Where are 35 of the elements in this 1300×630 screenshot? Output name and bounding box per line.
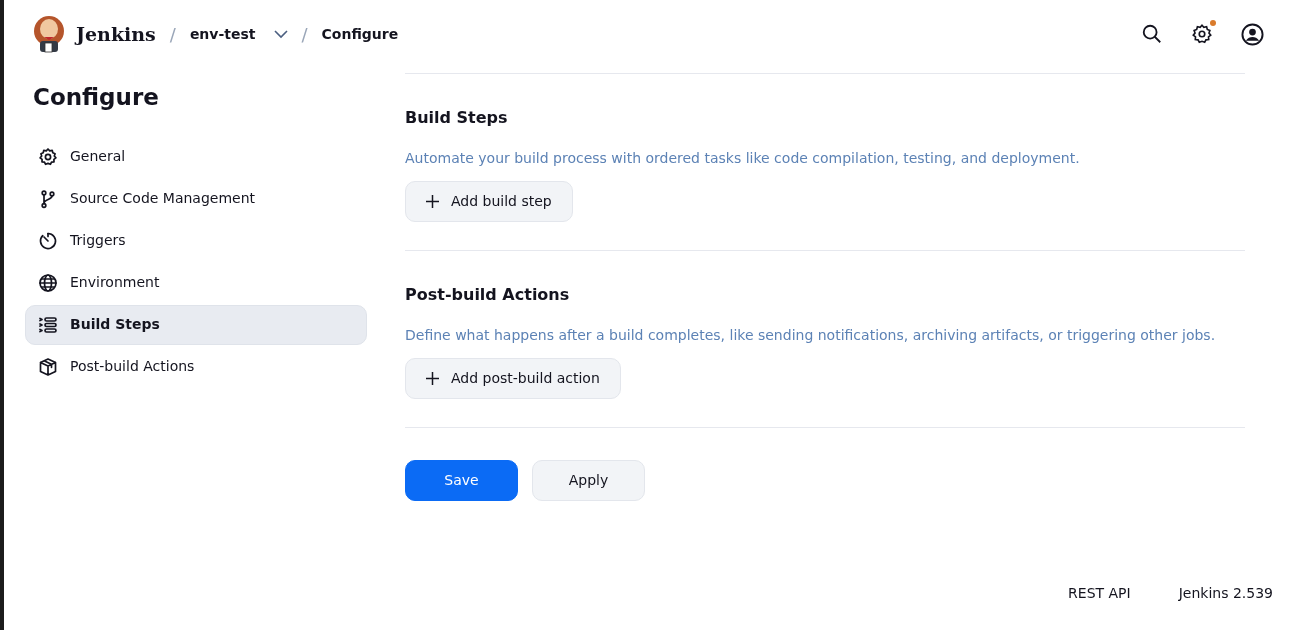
sidebar-item[interactable]: Post-build Actions	[25, 346, 367, 387]
gear-icon	[38, 146, 58, 167]
add-button[interactable]: Add post-build action	[405, 358, 621, 399]
sidebar-item[interactable]: Triggers	[25, 220, 367, 261]
breadcrumb-separator: /	[169, 22, 176, 47]
section-description: Define what happens after a build completes, like sending notifications, archiving artifacts, or triggering other jobs.	[405, 326, 1217, 345]
jenkins-logo-icon[interactable]	[32, 15, 66, 53]
breadcrumb-separator: /	[301, 22, 308, 47]
plus-icon	[426, 372, 439, 385]
footer-link[interactable]: Jenkins 2.539	[1178, 583, 1273, 604]
plus-icon	[426, 195, 439, 208]
branch-icon	[38, 188, 58, 209]
chevron-down-icon[interactable]	[273, 29, 288, 39]
footer-link[interactable]: REST API	[1068, 583, 1131, 604]
sidebar-item[interactable]: Environment	[25, 262, 367, 303]
breadcrumb-link[interactable]: env-test	[189, 23, 256, 45]
section-title: Post-build Actions	[405, 284, 571, 306]
list-icon	[38, 314, 58, 335]
settings-icon[interactable]	[1190, 22, 1214, 46]
section-title: Build Steps	[405, 107, 509, 129]
page-title: Configure	[33, 83, 160, 112]
breadcrumb-link[interactable]: Configure	[321, 23, 399, 45]
add-button[interactable]: Add build step	[405, 181, 573, 222]
sidebar-item[interactable]: Build Steps	[25, 304, 367, 345]
section-description: Automate your build process with ordered tasks like code compilation, testing, and deployment.	[405, 149, 1081, 168]
save-button[interactable]: Save	[405, 460, 518, 501]
brand-name[interactable]: Jenkins	[76, 19, 156, 49]
apply-button[interactable]: Apply	[532, 460, 645, 501]
timer-icon	[38, 230, 58, 251]
sidebar-item[interactable]: General	[25, 136, 367, 177]
sidebar-item[interactable]: Source Code Management	[25, 178, 367, 219]
account-icon[interactable]	[1240, 22, 1264, 46]
search-icon[interactable]	[1140, 22, 1164, 46]
globe-icon	[38, 272, 58, 293]
package-icon	[38, 356, 58, 377]
